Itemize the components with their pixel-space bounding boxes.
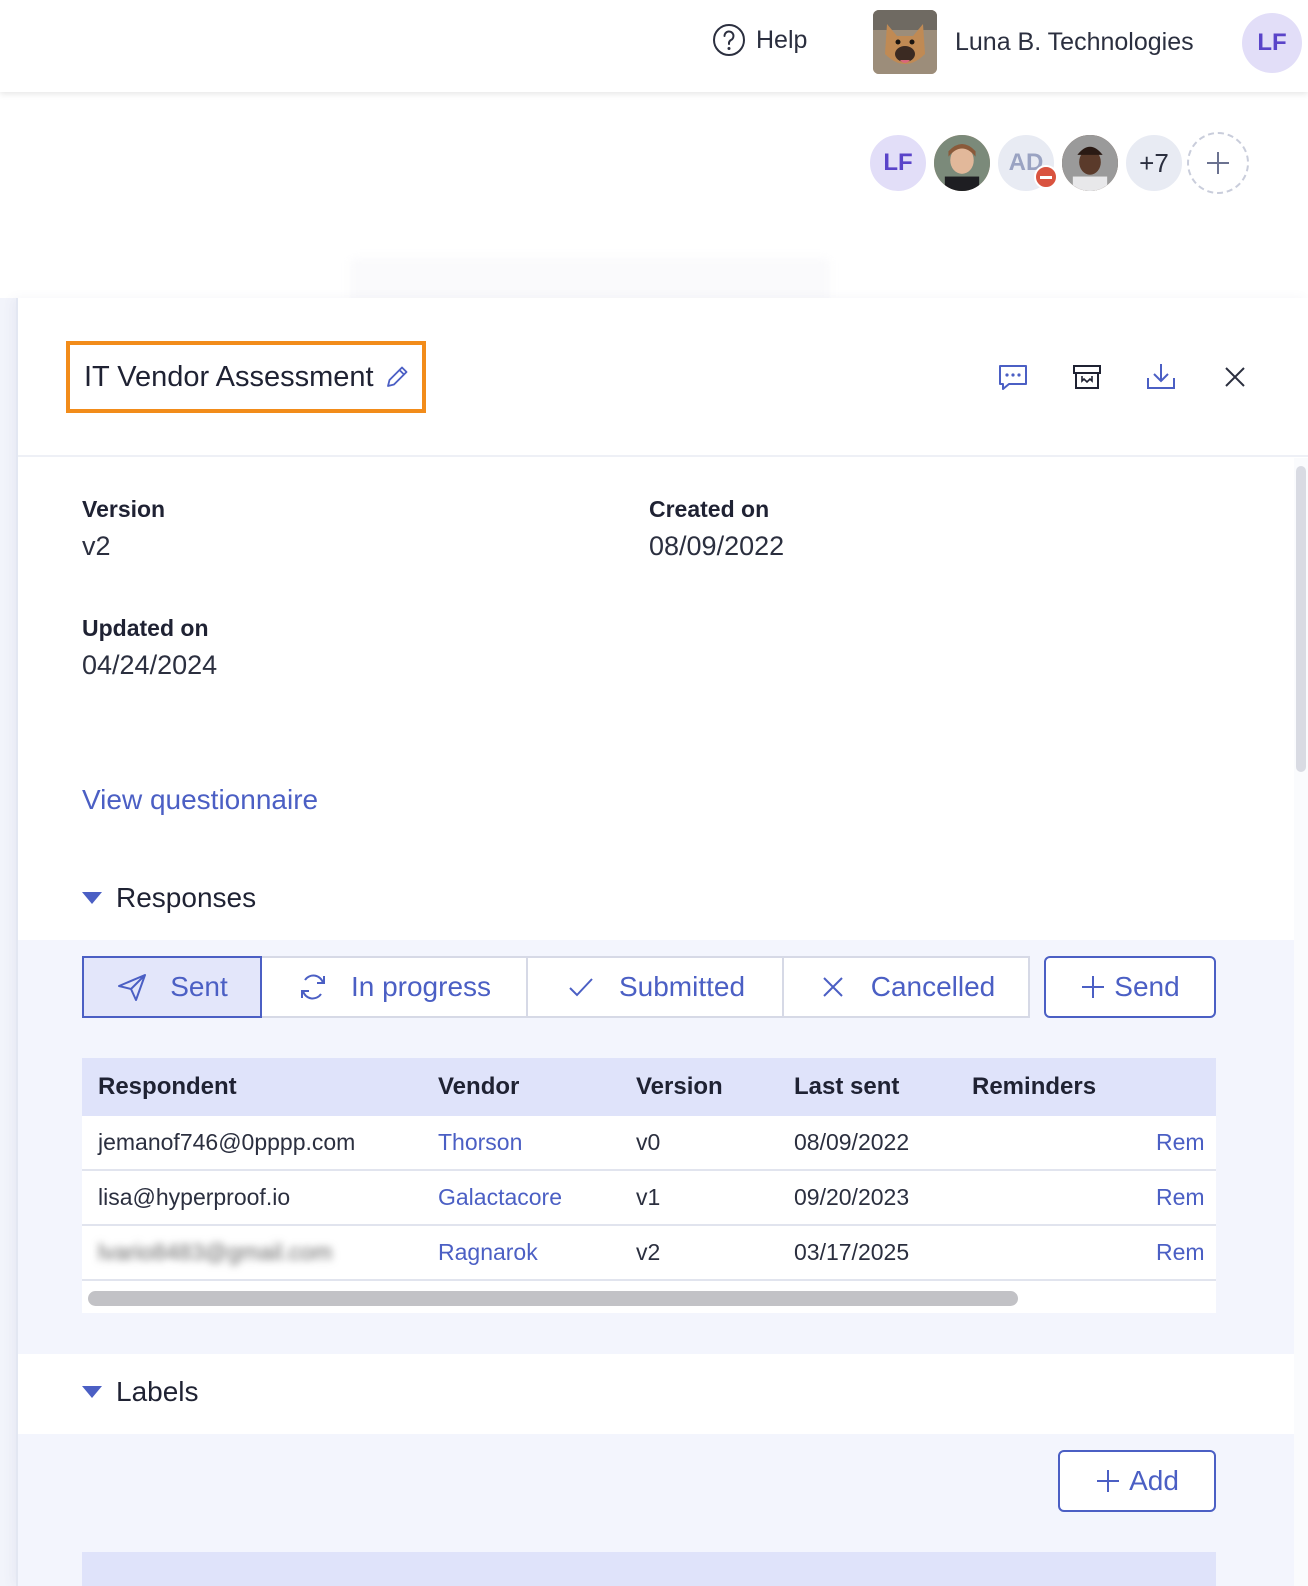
response-version: v1: [636, 1184, 661, 1210]
responses-section-toggle[interactable]: Responses: [82, 882, 256, 914]
more-collaborators-count[interactable]: +7: [1123, 132, 1185, 194]
version-label: Version: [82, 496, 166, 522]
vendor-link[interactable]: Thorson: [438, 1129, 636, 1156]
add-label: Add: [1129, 1465, 1179, 1496]
help-button[interactable]: Help: [712, 20, 807, 60]
collaborator-avatar[interactable]: [931, 132, 993, 194]
refresh-icon: [300, 974, 325, 1000]
tab-submitted[interactable]: Submitted: [526, 956, 784, 1018]
add-label-button[interactable]: Add: [1058, 1450, 1216, 1512]
x-icon: [823, 977, 843, 997]
panel-actions: [996, 360, 1252, 394]
created-on-value: 08/09/2022: [649, 531, 785, 561]
top-bar: Help Luna B. Technologies LF: [0, 0, 1308, 92]
user-avatar[interactable]: LF: [1242, 13, 1302, 73]
respondent-email-redacted: lvario8483@gmail.com: [98, 1239, 333, 1265]
download-icon[interactable]: [1144, 360, 1178, 394]
labels-heading: Labels: [116, 1376, 199, 1407]
column-header-reminders[interactable]: Reminders: [972, 1073, 1156, 1101]
column-header-vendor[interactable]: Vendor: [438, 1073, 636, 1101]
org-switcher[interactable]: Luna B. Technologies: [873, 9, 1194, 75]
archive-icon[interactable]: [1070, 360, 1104, 394]
vendor-link[interactable]: Ragnarok: [438, 1239, 636, 1266]
vendor-link[interactable]: Galactacore: [438, 1184, 636, 1211]
column-header-version[interactable]: Version: [636, 1073, 794, 1101]
labels-table-header: [82, 1552, 1216, 1586]
collaborator-avatar[interactable]: LF: [867, 132, 929, 194]
respondent-email: lisa@hyperproof.io: [98, 1184, 291, 1210]
table-row: lvario8483@gmail.com Ragnarok v2 03/17/2…: [82, 1226, 1216, 1281]
help-icon: [713, 24, 745, 56]
tab-sent[interactable]: Sent: [82, 956, 262, 1018]
response-version: v2: [636, 1239, 661, 1265]
send-button[interactable]: Send: [1044, 956, 1216, 1018]
add-collaborator-button[interactable]: [1187, 132, 1249, 194]
version-value: v2: [82, 531, 111, 561]
plus-icon: [1097, 1470, 1120, 1492]
version-field: Version v2: [82, 496, 165, 562]
column-header-respondent[interactable]: Respondent: [82, 1073, 438, 1101]
collaborator-avatar[interactable]: AD: [995, 132, 1058, 194]
panel-left-edge: [0, 298, 16, 1586]
responses-table: Respondent Vendor Version Last sent Remi…: [82, 1058, 1216, 1313]
tab-label: In progress: [350, 971, 492, 1002]
org-logo: [873, 10, 937, 74]
respondent-email: jemanof746@0pppp.com: [98, 1129, 356, 1155]
labels-section: Add: [18, 1434, 1294, 1586]
panel-scrollbar-thumb[interactable]: [1296, 466, 1306, 772]
caret-down-icon: [82, 892, 102, 904]
table-header: Respondent Vendor Version Last sent Remi…: [82, 1058, 1216, 1116]
collaborators-list: LF AD +7: [867, 132, 1251, 194]
caret-down-icon: [82, 1386, 102, 1398]
row-action-link[interactable]: Rem: [1156, 1129, 1216, 1156]
table-horizontal-scrollbar[interactable]: [82, 1281, 1216, 1313]
responses-section: Sent In progress Submitted Cancelled Sen…: [18, 940, 1294, 1354]
updated-on-label: Updated on: [82, 615, 209, 641]
org-name: Luna B. Technologies: [955, 27, 1194, 56]
help-label: Help: [756, 25, 808, 54]
tab-label: Cancelled: [870, 971, 996, 1002]
row-action-link[interactable]: Rem: [1156, 1184, 1216, 1211]
close-icon[interactable]: [1218, 360, 1252, 394]
blocked-icon: [1034, 165, 1058, 189]
comment-icon[interactable]: [996, 360, 1030, 394]
header-divider: [18, 455, 1308, 457]
questionnaire-panel: IT Vendor Assessment Version v2 Created …: [16, 298, 1308, 1586]
response-status-tabs: Sent In progress Submitted Cancelled: [82, 956, 1030, 1018]
title-editor[interactable]: IT Vendor Assessment: [66, 341, 426, 413]
last-sent-date: 09/20/2023: [794, 1184, 910, 1210]
tab-in-progress[interactable]: In progress: [260, 956, 528, 1018]
pencil-icon[interactable]: [382, 362, 412, 392]
created-on-field: Created on 08/09/2022: [649, 496, 784, 562]
view-questionnaire-link[interactable]: View questionnaire: [82, 784, 318, 816]
tab-label: Submitted: [618, 971, 746, 1002]
last-sent-date: 08/09/2022: [794, 1129, 910, 1155]
tab-cancelled[interactable]: Cancelled: [782, 956, 1030, 1018]
scrollbar-thumb[interactable]: [88, 1291, 1018, 1306]
responses-heading: Responses: [116, 882, 257, 913]
plus-icon: [1082, 976, 1105, 998]
send-label: Send: [1114, 971, 1180, 1002]
collaborator-avatar[interactable]: [1059, 132, 1121, 194]
updated-on-field: Updated on 04/24/2024: [82, 615, 217, 681]
updated-on-value: 04/24/2024: [82, 650, 218, 680]
tab-label: Sent: [170, 971, 228, 1002]
table-row: jemanof746@0pppp.com Thorson v0 08/09/20…: [82, 1116, 1216, 1171]
plus-icon: [1207, 152, 1229, 174]
table-row: lisa@hyperproof.io Galactacore v1 09/20/…: [82, 1171, 1216, 1226]
column-header-last-sent[interactable]: Last sent: [794, 1073, 972, 1101]
last-sent-date: 03/17/2025: [794, 1239, 910, 1265]
created-on-label: Created on: [649, 496, 770, 522]
labels-section-toggle[interactable]: Labels: [82, 1376, 199, 1408]
panel-title: IT Vendor Assessment: [84, 360, 374, 393]
row-action-link[interactable]: Rem: [1156, 1239, 1216, 1266]
check-icon: [569, 978, 593, 997]
send-icon: [118, 974, 147, 1001]
response-version: v0: [636, 1129, 661, 1155]
